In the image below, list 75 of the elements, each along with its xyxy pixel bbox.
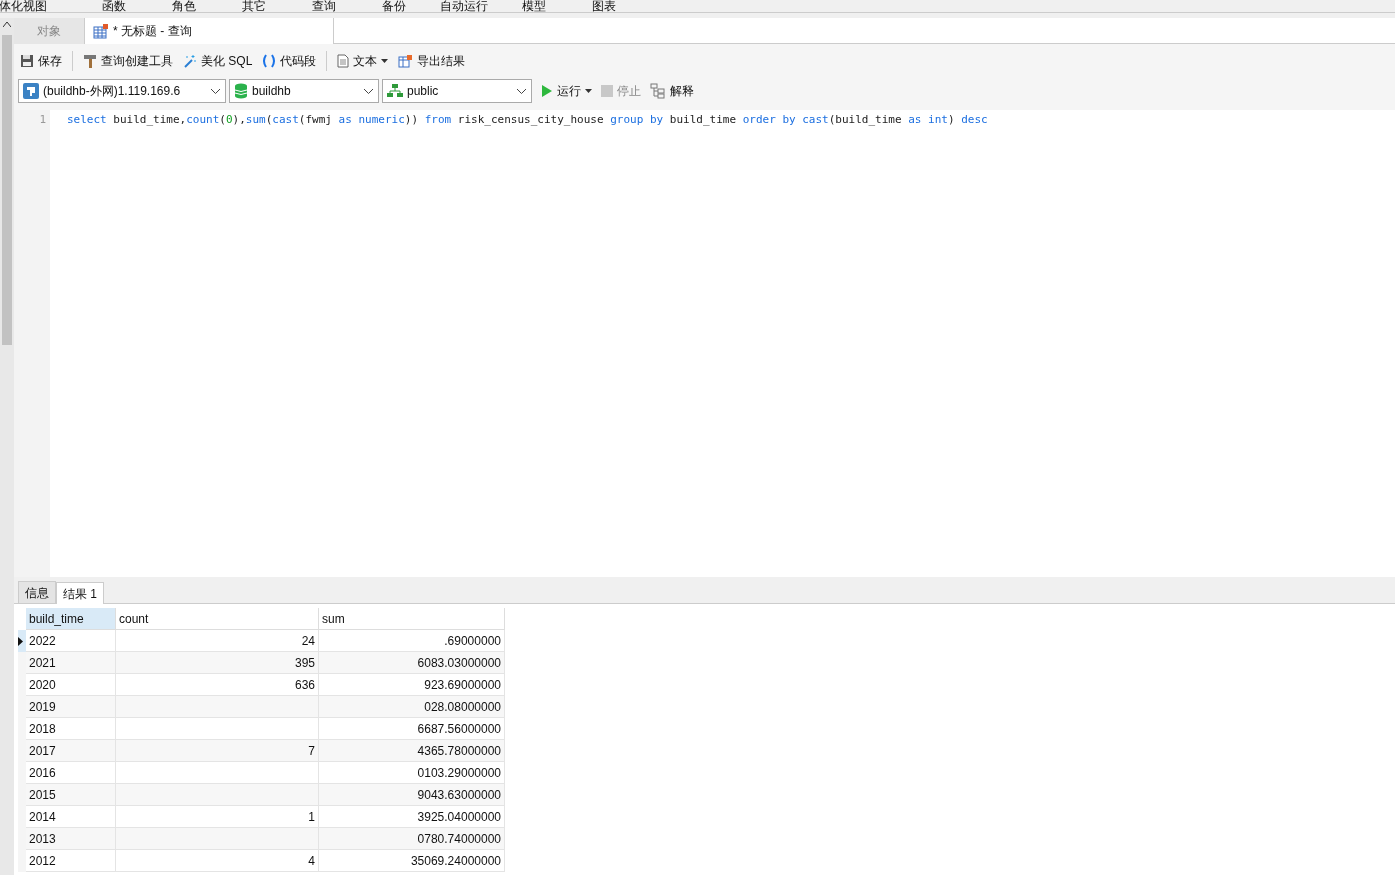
hierarchy-icon <box>387 84 403 98</box>
scroll-thumb[interactable] <box>2 35 12 345</box>
code-line: select build_time,count(0),sum(cast(fwmj as numeric)) from risk_census_city_house group by build_time order by cast(build_time as int) desc <box>67 112 988 128</box>
current-row-icon <box>18 636 23 646</box>
table-cell: 6687.56000000 <box>319 718 505 740</box>
table-cell: 2012 <box>26 850 116 872</box>
table-cell: 2014 <box>26 806 116 828</box>
table-cell: 395 <box>116 652 319 674</box>
table-cell: 0103.29000000 <box>319 762 505 784</box>
table-cell: 636 <box>116 674 319 696</box>
hammer-icon <box>83 54 97 68</box>
table-cell: 6083.03000000 <box>319 652 505 674</box>
code-editor[interactable]: 1 select build_time,count(0),sum(cast(fwmj as numeric)) from risk_census_city_house group by build_time order by cast(build_time as int) desc <box>14 110 1395 577</box>
table-cell: 2020 <box>26 674 116 696</box>
chevron-down-icon <box>363 87 374 95</box>
run-control-button[interactable]: 运行 <box>541 82 592 100</box>
table-cell: .69000000 <box>319 630 505 652</box>
play-icon <box>541 84 553 98</box>
scroll-up-icon[interactable] <box>3 22 11 27</box>
menu-item[interactable]: 函数 <box>79 0 149 12</box>
connection-dropdown[interactable]: buildhb <box>229 79 379 103</box>
table-cell: 4365.78000000 <box>319 740 505 762</box>
magic-wand-icon <box>183 54 197 68</box>
chevron-down-icon <box>516 87 527 95</box>
table-cell: 028.08000000 <box>319 696 505 718</box>
caret-icon <box>585 89 592 93</box>
result-tab[interactable]: 结果 1 <box>56 582 104 604</box>
row-indicator[interactable] <box>18 630 26 652</box>
menu-item[interactable]: 图表 <box>569 0 639 12</box>
menu-item[interactable]: 模型 <box>499 0 569 12</box>
document-icon <box>337 54 350 68</box>
chevron-down-icon <box>210 87 221 95</box>
table-cell: 3925.04000000 <box>319 806 505 828</box>
table-cell: 24 <box>116 630 319 652</box>
table-cell: 9043.63000000 <box>319 784 505 806</box>
table-cell: 2019 <box>26 696 116 718</box>
table-cell: 2021 <box>26 652 116 674</box>
scrollbar[interactable] <box>0 18 14 875</box>
table-cell: 2018 <box>26 718 116 740</box>
table-cell: 4 <box>116 850 319 872</box>
tab[interactable]: * 无标题 - 查询 <box>85 18 334 44</box>
menu-item[interactable]: 角色 <box>149 0 219 12</box>
run-control-button[interactable]: 解释 <box>650 82 694 100</box>
column-header[interactable]: build_time <box>26 608 116 630</box>
table-cell: 923.69000000 <box>319 674 505 696</box>
table-cell: 7 <box>116 740 319 762</box>
stop-icon <box>601 85 613 97</box>
table-cell: 1 <box>116 806 319 828</box>
parentheses-icon <box>262 54 277 68</box>
table-cell: 2017 <box>26 740 116 762</box>
database-icon <box>234 83 248 99</box>
connection-dropdown[interactable]: (buildhb-外网)1.119.169.6 <box>18 79 226 103</box>
menu-item[interactable]: 其它 <box>219 0 289 12</box>
table-cell: 2013 <box>26 828 116 850</box>
line-number: 1 <box>38 112 46 128</box>
toolbar-button[interactable]: 导出结果 <box>398 52 466 70</box>
toolbar-button[interactable]: 美化 SQL <box>183 52 253 70</box>
table-cell: 0780.74000000 <box>319 828 505 850</box>
toolbar-button[interactable]: 保存 <box>20 52 62 70</box>
connection-dropdown[interactable]: public <box>382 79 532 103</box>
table-cell: 35069.24000000 <box>319 850 505 872</box>
menu-item[interactable]: 自动运行 <box>429 0 499 12</box>
toolbar-button[interactable]: 文本 <box>337 52 389 70</box>
toolbar-button[interactable]: 代码段 <box>262 52 317 70</box>
toolbar-button[interactable]: 查询创建工具 <box>83 52 173 70</box>
table-export-icon <box>398 54 414 68</box>
table-cell: 2016 <box>26 762 116 784</box>
caret-icon <box>381 59 389 63</box>
table-cell: 2015 <box>26 784 116 806</box>
explain-diagram-icon <box>650 83 666 99</box>
table-cell: 2022 <box>26 630 116 652</box>
menu-item[interactable]: 备份 <box>359 0 429 12</box>
table-grid-icon <box>93 23 109 39</box>
menu-item[interactable]: 查询 <box>289 0 359 12</box>
result-tab[interactable]: 信息 <box>18 581 56 603</box>
